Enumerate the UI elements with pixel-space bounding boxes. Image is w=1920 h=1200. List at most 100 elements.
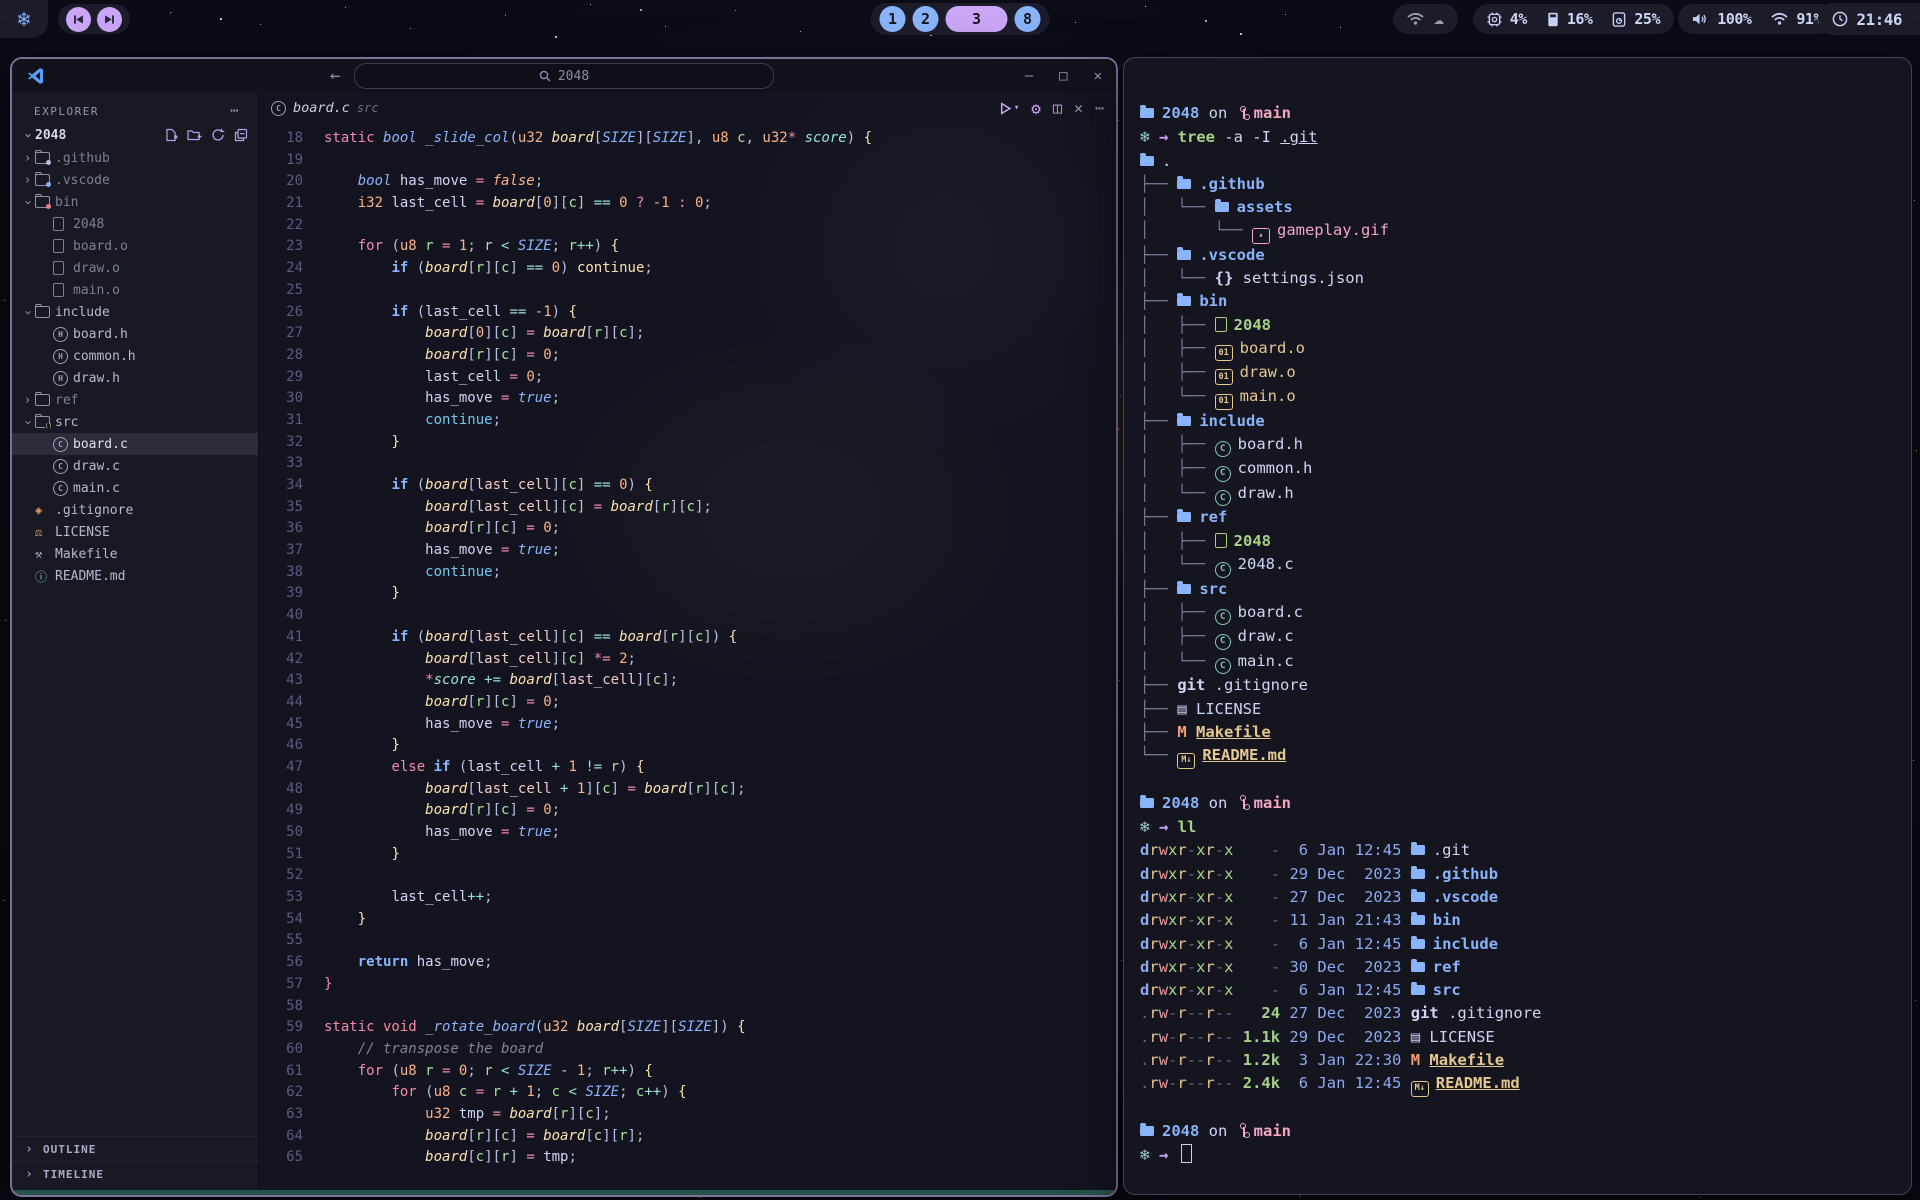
chevron-right-icon[interactable]: › [20,393,35,408]
nav-back-button[interactable]: ← [330,66,340,86]
network-module[interactable]: ☁ [1393,4,1458,34]
refresh-icon[interactable] [211,128,225,142]
code-line[interactable]: 35 board[last_cell][c] = board[r][c]; [259,497,1116,519]
code-line[interactable]: 53 last_cell++; [259,887,1116,909]
code-line[interactable]: 58 [259,996,1116,1018]
settings-gear-icon[interactable]: ⚙ [1031,99,1041,118]
tree-item-bin[interactable]: ›bin [12,191,258,213]
code-line[interactable]: 43 *score += board[last_cell][c]; [259,670,1116,692]
tree-item-README.md[interactable]: ⓘREADME.md [12,565,258,587]
code-line[interactable]: 51 } [259,844,1116,866]
outline-panel-header[interactable]: › OUTLINE [12,1136,258,1161]
code-line[interactable]: 32 } [259,432,1116,454]
code-line[interactable]: 29 last_cell = 0; [259,367,1116,389]
code-line[interactable]: 49 board[r][c] = 0; [259,800,1116,822]
tree-item-.vscode[interactable]: ›.vscode [12,169,258,191]
workspace-1[interactable]: 1 [880,6,906,32]
tree-item-.github[interactable]: ›.github [12,147,258,169]
clock-module[interactable]: 21:46 [1818,3,1920,35]
code-line[interactable]: 57} [259,974,1116,996]
minimize-button[interactable]: — [1025,68,1033,84]
code-line[interactable]: 44 board[r][c] = 0; [259,692,1116,714]
chevron-right-icon[interactable]: › [20,173,35,188]
tree-item-common.h[interactable]: Hcommon.h [12,345,258,367]
code-line[interactable]: 52 [259,865,1116,887]
code-line[interactable]: 54 } [259,909,1116,931]
chevron-down-icon[interactable]: › [20,415,35,430]
code-line[interactable]: 50 has_move = true; [259,822,1116,844]
code-line[interactable]: 34 if (board[last_cell][c] == 0) { [259,475,1116,497]
chevron-down-icon[interactable]: › [20,195,35,210]
editor-more-icon[interactable]: ⋯ [1095,99,1104,117]
audio-network-module[interactable]: 100% 91% [1678,4,1836,34]
code-line[interactable]: 59static void _rotate_board(u32 board[SI… [259,1017,1116,1039]
launcher-button[interactable]: ❄ [0,0,48,38]
code-line[interactable]: 48 board[last_cell + 1][c] = board[r][c]… [259,779,1116,801]
tree-item-main.c[interactable]: Cmain.c [12,477,258,499]
code-line[interactable]: 41 if (board[last_cell][c] == board[r][c… [259,627,1116,649]
tree-item-src[interactable]: ›src [12,411,258,433]
tree-item-board.c[interactable]: Cboard.c [12,433,258,455]
collapse-all-icon[interactable] [234,128,248,142]
code-line[interactable]: 45 has_move = true; [259,714,1116,736]
tree-item-include[interactable]: ›include [12,301,258,323]
code-line[interactable]: 36 board[r][c] = 0; [259,518,1116,540]
code-line[interactable]: 30 has_move = true; [259,388,1116,410]
code-line[interactable]: 40 [259,605,1116,627]
code-line[interactable]: 65 board[c][r] = tmp; [259,1147,1116,1169]
tree-item-draw.h[interactable]: Hdraw.h [12,367,258,389]
run-debug-button[interactable]: ▾ [999,102,1019,115]
vscode-titlebar[interactable]: ← → 2048 — □ ✕ [12,59,1116,93]
code-line[interactable]: 46 } [259,735,1116,757]
workspace-2[interactable]: 2 [913,6,939,32]
code-line[interactable]: 18static bool _slide_col(u32 board[SIZE]… [259,128,1116,150]
code-lines[interactable]: 18static bool _slide_col(u32 board[SIZE]… [259,123,1116,1169]
code-line[interactable]: 63 u32 tmp = board[r][c]; [259,1104,1116,1126]
workspace-8[interactable]: 8 [1015,6,1041,32]
code-line[interactable]: 56 return has_move; [259,952,1116,974]
editor-pane[interactable]: C board.c src ▾ ⚙ ◫ ✕ ⋯ 18static bool _s… [259,93,1116,1191]
timeline-panel-header[interactable]: › TIMELINE [12,1161,258,1186]
code-line[interactable]: 28 board[r][c] = 0; [259,345,1116,367]
close-tab-icon[interactable]: ✕ [1074,99,1083,117]
chevron-right-icon[interactable]: › [20,151,35,166]
code-line[interactable]: 55 [259,930,1116,952]
code-line[interactable]: 23 for (u8 r = 1; r < SIZE; r++) { [259,236,1116,258]
code-line[interactable]: 21 i32 last_cell = board[0][c] == 0 ? -1… [259,193,1116,215]
window-terminal[interactable]: 2048 on main❄ → tree -a -I .git.├── .git… [1123,57,1912,1195]
code-line[interactable]: 42 board[last_cell][c] *= 2; [259,649,1116,671]
tree-item-2048[interactable]: 2048 [12,213,258,235]
code-line[interactable]: 38 continue; [259,562,1116,584]
code-line[interactable]: 47 else if (last_cell + 1 != r) { [259,757,1116,779]
code-line[interactable]: 61 for (u8 r = 0; r < SIZE - 1; r++) { [259,1061,1116,1083]
code-line[interactable]: 24 if (board[r][c] == 0) continue; [259,258,1116,280]
tree-root-row[interactable]: › 2048 [12,123,258,147]
code-line[interactable]: 26 if (last_cell == -1) { [259,302,1116,324]
tab-board-c[interactable]: C board.c src [271,100,379,116]
code-line[interactable]: 33 [259,453,1116,475]
command-search-input[interactable]: 2048 [354,63,774,89]
new-folder-icon[interactable] [187,128,202,142]
tree-item-LICENSE[interactable]: ⚖LICENSE [12,521,258,543]
code-line[interactable]: 64 board[r][c] = board[c][r]; [259,1126,1116,1148]
media-previous-button[interactable] [66,7,91,32]
system-stats-module[interactable]: 4% 16% 25% [1473,4,1674,34]
chevron-down-icon[interactable]: › [20,305,35,320]
tree-item-draw.c[interactable]: Cdraw.c [12,455,258,477]
tree-item-ref[interactable]: ›ref [12,389,258,411]
explorer-more-icon[interactable]: ⋯ [230,103,240,119]
workspace-3[interactable]: 3 [946,6,1008,32]
tree-item-.gitignore[interactable]: ◈.gitignore [12,499,258,521]
code-line[interactable]: 39 } [259,583,1116,605]
tree-item-draw.o[interactable]: draw.o [12,257,258,279]
code-line[interactable]: 62 for (u8 c = r + 1; c < SIZE; c++) { [259,1082,1116,1104]
code-line[interactable]: 60 // transpose the board [259,1039,1116,1061]
code-line[interactable]: 25 [259,280,1116,302]
tree-item-main.o[interactable]: main.o [12,279,258,301]
tree-item-board.h[interactable]: Hboard.h [12,323,258,345]
new-file-icon[interactable] [164,128,178,142]
tree-item-Makefile[interactable]: ⚒Makefile [12,543,258,565]
tree-item-board.o[interactable]: board.o [12,235,258,257]
split-editor-icon[interactable]: ◫ [1053,99,1062,117]
code-line[interactable]: 37 has_move = true; [259,540,1116,562]
